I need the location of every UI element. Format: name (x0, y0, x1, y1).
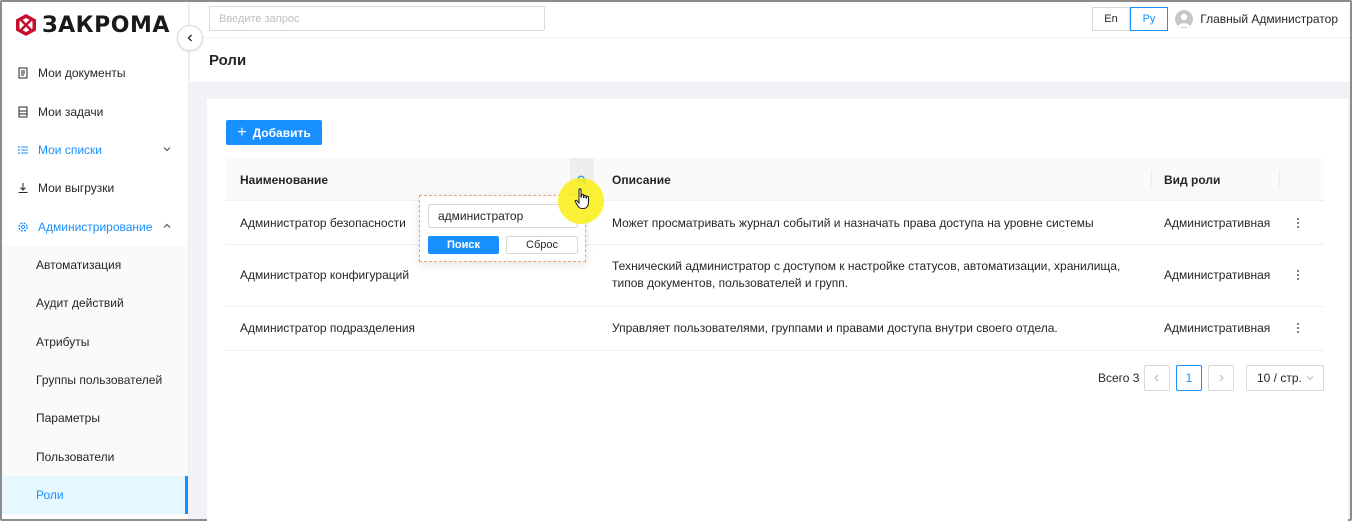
lang-ru-button[interactable]: Ру (1130, 7, 1168, 31)
sidebar-item-my-lists[interactable]: Мои списки (2, 131, 188, 169)
sidebar-item-label: Мои списки (38, 142, 102, 157)
role-name: Администратор подразделения (240, 321, 416, 335)
top-header: En Ру Главный Администратор (190, 2, 1350, 38)
chevron-right-icon (1219, 374, 1224, 382)
page-size-value: 10 / стр. (1257, 371, 1302, 385)
logo-icon (16, 14, 36, 36)
add-button-label: Добавить (252, 125, 311, 140)
filter-search-input[interactable] (428, 204, 578, 228)
lang-en-button[interactable]: En (1092, 7, 1130, 31)
logo: ЗАКРОМА (14, 12, 170, 38)
pagination-next-button[interactable] (1208, 365, 1234, 391)
role-type: Административная (1164, 216, 1271, 230)
user-icon (1178, 13, 1191, 27)
chevron-up-icon (163, 223, 171, 228)
pagination-prev-button[interactable] (1144, 365, 1170, 391)
sidebar-item-user-groups[interactable]: Группы пользователей (2, 361, 188, 399)
role-description: Может просматривать журнал событий и наз… (612, 216, 1094, 230)
sidebar-item-my-tasks[interactable]: Мои задачи (2, 92, 188, 130)
filter-search-button[interactable]: Поиск (428, 236, 499, 254)
role-name: Администратор безопасности (240, 216, 406, 230)
row-actions-icon[interactable] (1293, 323, 1303, 333)
collapse-sidebar-button[interactable] (177, 25, 203, 51)
sidebar-item-label: Мои выгрузки (38, 181, 115, 196)
column-divider (1151, 171, 1152, 188)
column-header-role-type[interactable]: Вид роли (1164, 158, 1220, 201)
sidebar-item-my-exports[interactable]: Мои выгрузки (2, 169, 188, 207)
table-row[interactable]: Администратор подразделения Управляет по… (226, 307, 1324, 351)
table-row[interactable]: Администратор конфигураций Технический а… (226, 245, 1324, 307)
column-divider (1279, 171, 1280, 188)
sidebar-item-roles[interactable]: Роли (2, 475, 188, 515)
page-header: Роли (190, 38, 1350, 82)
document-icon (16, 66, 30, 80)
sidebar-item-users[interactable]: Пользователи (2, 437, 188, 475)
role-description: Управляет пользователями, группами и пра… (612, 321, 1058, 335)
global-search-input[interactable] (209, 6, 545, 31)
list-icon (16, 143, 30, 157)
tasks-icon (16, 105, 30, 119)
table-header: Наименование Описание Вид роли (226, 158, 1324, 201)
sidebar: ЗАКРОМА Мои документы Мои задачи Мои спи… (2, 2, 189, 519)
chevron-down-icon (1306, 376, 1314, 381)
logo-text: ЗАКРОМА (42, 12, 170, 38)
pagination-total: Всего 3 (1098, 371, 1140, 385)
sidebar-item-administration[interactable]: Администрирование (2, 208, 188, 246)
table-row[interactable]: Администратор безопасности Может просмат… (226, 201, 1324, 245)
pagination-page-button[interactable]: 1 (1176, 365, 1202, 391)
column-header-name[interactable]: Наименование (240, 158, 328, 201)
user-menu[interactable]: Главный Администратор (1175, 10, 1338, 28)
chevron-left-icon (187, 34, 192, 42)
page-size-select[interactable]: 10 / стр. (1246, 365, 1324, 391)
user-name: Главный Администратор (1200, 12, 1338, 26)
sidebar-item-label: Администрирование (38, 219, 153, 234)
download-icon (16, 181, 30, 195)
avatar (1175, 10, 1194, 28)
role-type: Административная (1164, 268, 1271, 282)
role-name: Администратор конфигураций (240, 268, 410, 282)
sidebar-item-parameters[interactable]: Параметры (2, 399, 188, 437)
language-switcher: En Ру (1092, 7, 1168, 31)
filter-reset-button[interactable]: Сброс (506, 236, 578, 254)
role-type: Административная (1164, 321, 1271, 335)
sidebar-item-audit[interactable]: Аудит действий (2, 284, 188, 322)
sidebar-item-my-documents[interactable]: Мои документы (2, 54, 188, 92)
sidebar-item-label: Мои документы (38, 66, 126, 81)
role-description: Технический администратор с доступом к н… (612, 259, 1121, 290)
row-actions-icon[interactable] (1293, 218, 1303, 228)
hand-cursor-icon (574, 188, 589, 209)
sidebar-item-label: Мои задачи (38, 104, 104, 119)
roles-table: Наименование Описание Вид роли Администр… (226, 158, 1324, 351)
chevron-left-icon (1154, 374, 1159, 382)
column-header-description[interactable]: Описание (612, 158, 671, 201)
add-role-button[interactable]: + Добавить (226, 120, 322, 145)
administration-submenu: Автоматизация Аудит действий Атрибуты Гр… (2, 245, 188, 515)
sidebar-item-attributes[interactable]: Атрибуты (2, 323, 188, 361)
settings-icon (16, 220, 30, 234)
row-actions-icon[interactable] (1293, 270, 1303, 280)
plus-icon: + (237, 123, 247, 141)
page-title: Роли (209, 52, 247, 69)
chevron-down-icon (163, 146, 171, 152)
sidebar-item-automation[interactable]: Автоматизация (2, 246, 188, 284)
sidebar-nav: Мои документы Мои задачи Мои списки Мои … (2, 54, 188, 515)
